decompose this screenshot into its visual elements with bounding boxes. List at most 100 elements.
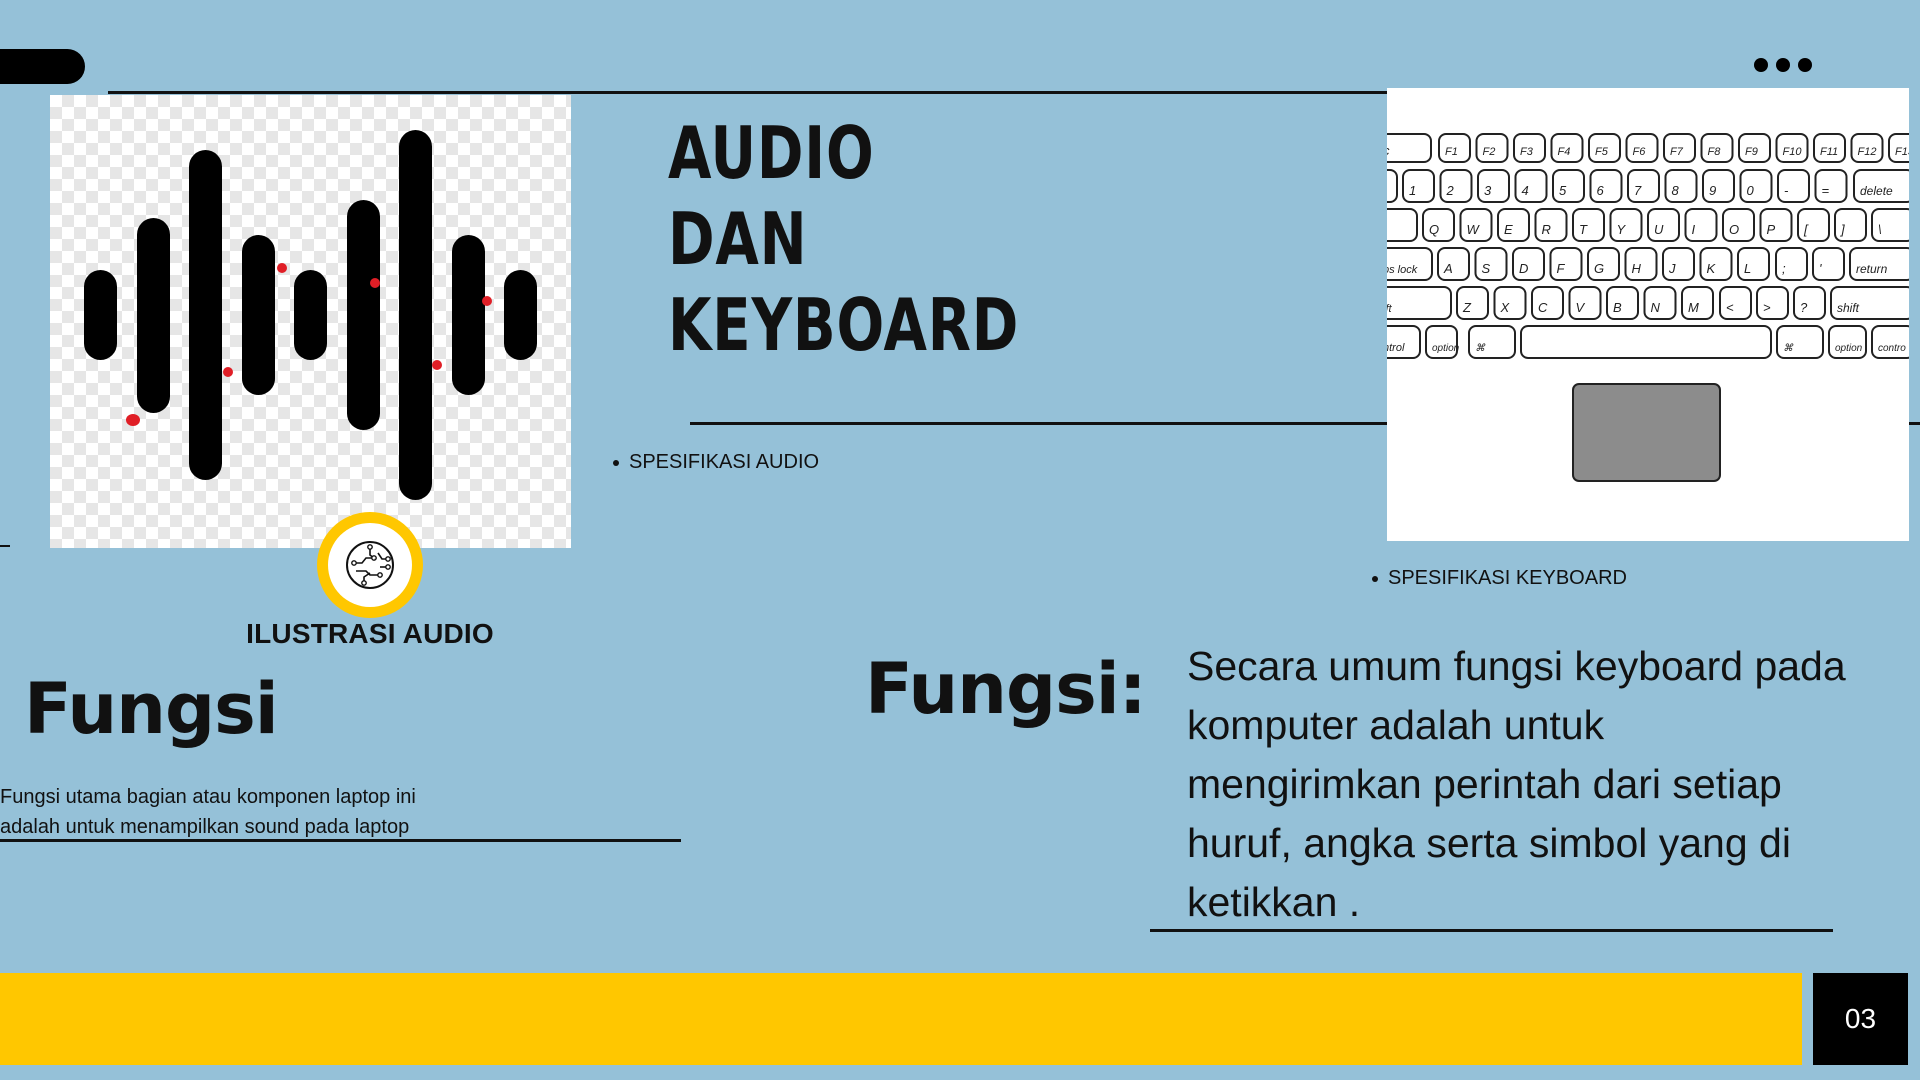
svg-text:K: K <box>1707 261 1717 276</box>
key-command-right: ⌘ <box>1776 325 1824 359</box>
svg-text:S: S <box>1482 261 1491 276</box>
key-bracket-open: [ <box>1797 208 1830 242</box>
svg-text:U: U <box>1654 222 1664 237</box>
keyboard-spec-bullet: SPESIFIKASI KEYBOARD <box>1372 567 1627 590</box>
svg-text:1: 1 <box>1409 183 1416 198</box>
trackpad <box>1572 383 1721 482</box>
audio-text-line: Fungsi utama bagian atau komponen laptop… <box>0 786 416 808</box>
svg-text:N: N <box>1651 300 1661 315</box>
key-option-right: option <box>1828 325 1867 359</box>
key-tab <box>1387 208 1418 242</box>
svg-text:\: \ <box>1878 222 1882 237</box>
svg-text:-: - <box>1784 183 1789 198</box>
key-letter: O <box>1722 208 1755 242</box>
audio-function-text: Fungsi utama bagian atau komponen laptop… <box>0 782 520 842</box>
key-delete: delete <box>1853 169 1909 203</box>
svg-text:>: > <box>1763 300 1771 315</box>
title-line: AUDIO <box>668 111 875 195</box>
key-number: 6 <box>1589 169 1623 203</box>
key-shift-left: ift <box>1387 286 1452 320</box>
svg-text:Z: Z <box>1462 300 1472 315</box>
key-return: return <box>1849 247 1909 281</box>
key-shift-right: shift <box>1830 286 1909 320</box>
top-rule <box>108 91 1388 94</box>
key-letter: G <box>1587 247 1620 281</box>
keyboard-spec-label: SPESIFIKASI KEYBOARD <box>1388 567 1627 589</box>
key-number: 8 <box>1664 169 1698 203</box>
svg-text:P: P <box>1767 222 1776 237</box>
svg-text:F6: F6 <box>1633 146 1647 158</box>
page-number: 03 <box>1813 973 1908 1065</box>
svg-text:?: ? <box>1800 300 1808 315</box>
key-letter: Y <box>1609 208 1643 242</box>
key-esc: c <box>1387 133 1432 163</box>
svg-text:D: D <box>1519 261 1528 276</box>
svg-text:option: option <box>1432 343 1460 354</box>
svg-text:F2: F2 <box>1483 146 1496 158</box>
svg-text:F10: F10 <box>1783 146 1803 158</box>
key-period: > <box>1756 286 1789 320</box>
key-caps-lock: ps lock <box>1387 247 1433 281</box>
key-space <box>1520 325 1772 359</box>
key-letter: N <box>1643 286 1677 320</box>
key-letter: R <box>1534 208 1568 242</box>
key-letter: K <box>1699 247 1733 281</box>
key-number: 3 <box>1477 169 1510 203</box>
key-f10: F10 <box>1775 133 1809 163</box>
key-letter: V <box>1568 286 1602 320</box>
key-comma: < <box>1719 286 1752 320</box>
key-letter: F <box>1549 247 1583 281</box>
key-letter: T <box>1572 208 1605 242</box>
key-number: 9 <box>1702 169 1735 203</box>
svg-text:ps lock: ps lock <box>1387 264 1418 276</box>
svg-text:9: 9 <box>1709 183 1716 198</box>
svg-text:R: R <box>1542 222 1551 237</box>
key-letter: Q <box>1422 208 1455 242</box>
key-number: 2 <box>1439 169 1473 203</box>
key-letter: H <box>1624 247 1658 281</box>
svg-text:F8: F8 <box>1708 146 1722 158</box>
decorative-pill <box>0 49 85 84</box>
key-f5: F5 <box>1588 133 1621 163</box>
key-f7: F7 <box>1663 133 1696 163</box>
svg-text:0: 0 <box>1747 183 1755 198</box>
svg-text:2: 2 <box>1446 183 1455 198</box>
key-f2: F2 <box>1475 133 1509 163</box>
svg-text:option: option <box>1835 343 1863 354</box>
audio-spec-bullet: SPESIFIKASI AUDIO <box>613 451 819 474</box>
svg-text:L: L <box>1744 261 1751 276</box>
audio-text-line: adalah untuk menampilkan sound pada lapt… <box>0 816 410 838</box>
svg-text:8: 8 <box>1672 183 1680 198</box>
svg-text:F13: F13 <box>1895 146 1909 158</box>
svg-text:B: B <box>1613 300 1622 315</box>
svg-text:F4: F4 <box>1558 146 1571 158</box>
svg-text:;: ; <box>1782 261 1786 276</box>
svg-text:X: X <box>1500 300 1511 315</box>
key-f13: F13 <box>1888 133 1909 163</box>
svg-text:⌘: ⌘ <box>1475 343 1486 354</box>
keyboard-icon: c F1 F2 F3 F4 F5 F6 F7 F8 F9 F10 F11 F12 F13 1 2 3 4 5 6 7 8 9… <box>1387 133 1909 482</box>
footer-accent-bar <box>0 973 1802 1065</box>
key-letter: D <box>1512 247 1545 281</box>
key-f12: F12 <box>1850 133 1884 163</box>
svg-text:ntrol: ntrol <box>1387 342 1405 354</box>
key-letter: M <box>1681 286 1714 320</box>
svg-text:Q: Q <box>1429 222 1439 237</box>
circuit-chip-icon <box>346 541 394 589</box>
chip-badge <box>317 512 423 618</box>
svg-text:C: C <box>1538 300 1548 315</box>
svg-text:6: 6 <box>1597 183 1605 198</box>
key-letter: L <box>1737 247 1770 281</box>
key-edge <box>1387 169 1398 203</box>
svg-text:⌘: ⌘ <box>1783 343 1794 354</box>
svg-text:E: E <box>1504 222 1513 237</box>
key-command-left: ⌘ <box>1468 325 1516 359</box>
svg-text:F3: F3 <box>1520 146 1534 158</box>
svg-text:I: I <box>1692 222 1696 237</box>
svg-text:F5: F5 <box>1595 146 1609 158</box>
key-f11: F11 <box>1813 133 1846 163</box>
svg-text:V: V <box>1576 300 1586 315</box>
svg-text:O: O <box>1729 222 1739 237</box>
svg-text:=: = <box>1822 183 1830 198</box>
key-quote: ' <box>1812 247 1845 281</box>
